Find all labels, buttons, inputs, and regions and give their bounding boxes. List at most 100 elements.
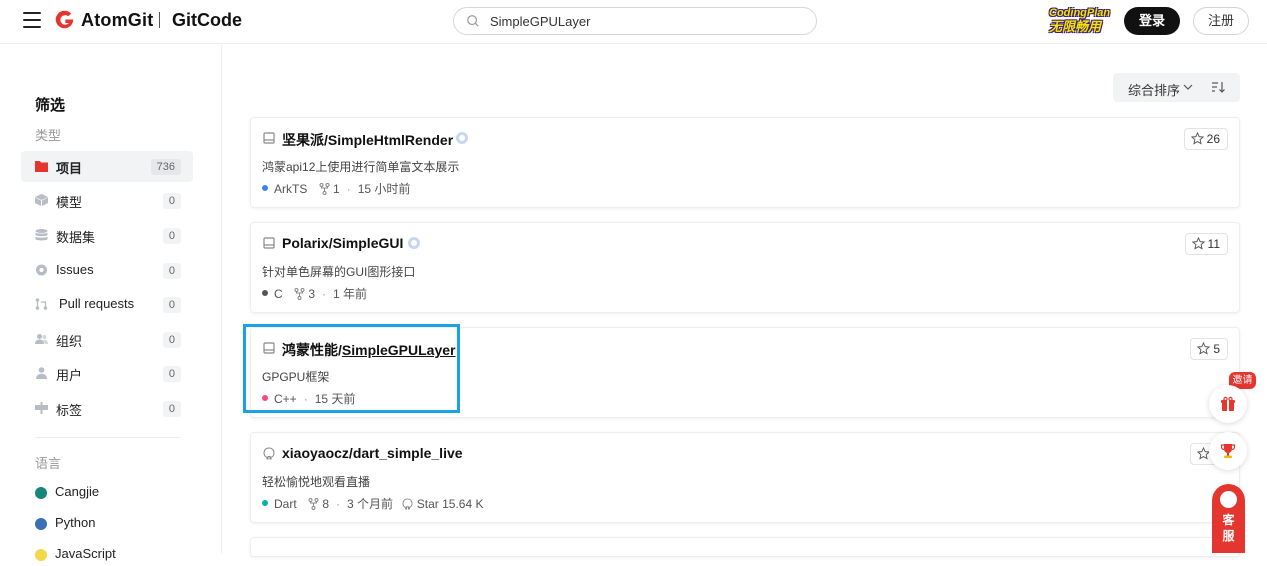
sidebar-item-label: 组织 xyxy=(56,334,83,349)
brand-gitcode[interactable]: GitCode xyxy=(172,10,242,31)
repo-meta: Dart 8 · 3 个月前 Star 15.64 K xyxy=(262,495,483,512)
verified-badge-icon xyxy=(408,237,420,249)
star-icon xyxy=(1191,236,1205,250)
folder-icon xyxy=(35,161,48,172)
sidebar-item-count: 0 xyxy=(162,332,181,348)
selection-highlight xyxy=(243,324,460,413)
language-section-label: 语言 xyxy=(35,456,62,471)
sort-order-icon[interactable] xyxy=(1211,80,1225,94)
repo-meta: C 3 · 1 年前 xyxy=(262,285,367,302)
star-icon xyxy=(1190,131,1204,145)
star-icon xyxy=(1197,341,1211,355)
search-icon xyxy=(467,15,479,27)
atomgit-logo-icon[interactable] xyxy=(54,9,75,30)
sidebar-item-projects[interactable]: 项目 736 xyxy=(21,151,193,182)
star-button[interactable]: 11 xyxy=(1184,233,1228,255)
service-char-1: 客 xyxy=(1222,513,1235,527)
result-card[interactable]: Polarix/SimpleGUI 针对单色屏幕的GUI图形接口 C 3 · 1 年… xyxy=(250,222,1240,313)
tag-icon xyxy=(35,402,48,414)
repo-description: 鸿蒙api12上使用进行简单富文本展示 xyxy=(262,160,460,174)
cube-icon xyxy=(35,194,48,206)
fork-icon xyxy=(308,498,319,510)
gift-icon xyxy=(1221,396,1235,411)
gift-button[interactable] xyxy=(1209,385,1247,423)
repo-title[interactable]: 坚果派/SimpleHtmlRender xyxy=(282,130,453,150)
sidebar-item-label: Pull requests xyxy=(59,296,135,311)
sidebar-item-count: 0 xyxy=(162,193,181,209)
verified-badge-icon xyxy=(456,132,468,144)
filter-sidebar: 筛选 类型 项目 736 模型 0 数据集 0 Issues 0 Pull re… xyxy=(0,45,222,561)
trophy-button[interactable] xyxy=(1209,432,1247,470)
language-dot-icon xyxy=(262,290,268,296)
login-button[interactable]: 登录 xyxy=(1124,7,1180,35)
github-icon xyxy=(402,498,413,510)
language-dot-icon xyxy=(262,185,268,191)
repo-fork-count: 8 xyxy=(322,497,330,511)
star-count: 5 xyxy=(1213,342,1220,356)
sidebar-item-organizations[interactable]: 组织 0 xyxy=(21,324,193,355)
repo-description: 针对单色屏幕的GUI图形接口 xyxy=(262,265,416,279)
repo-language: C xyxy=(274,287,283,301)
sidebar-item-label: 项目 xyxy=(56,161,83,176)
result-card[interactable]: xiaoyaocz/dart_simple_live 轻松愉悦地观看直播 Dar… xyxy=(250,432,1240,523)
chevron-down-icon xyxy=(1183,84,1193,90)
sidebar-item-count: 0 xyxy=(162,366,181,382)
sidebar-item-users[interactable]: 用户 0 xyxy=(21,358,193,389)
star-count: 26 xyxy=(1206,132,1220,146)
sidebar-item-count: 0 xyxy=(162,263,181,279)
language-name: Cangjie xyxy=(55,484,100,499)
chat-bubble-icon xyxy=(1220,491,1237,508)
sidebar-item-pull-requests[interactable]: Pull requests 0 xyxy=(21,289,193,320)
brand-divider xyxy=(159,12,160,28)
menu-icon[interactable] xyxy=(23,12,41,28)
search-input[interactable] xyxy=(490,11,800,31)
repo-title[interactable]: xiaoyaocz/dart_simple_live xyxy=(282,445,463,461)
sidebar-item-label: Issues xyxy=(56,262,94,277)
fork-icon xyxy=(319,183,330,195)
sidebar-item-label: 用户 xyxy=(56,368,83,383)
customer-service-button[interactable]: 客服 xyxy=(1212,484,1245,553)
language-dot-icon xyxy=(35,518,47,530)
sort-dropdown[interactable]: 综合排序 xyxy=(1113,73,1240,102)
service-char-2: 服 xyxy=(1222,529,1235,543)
sidebar-item-label: 模型 xyxy=(56,195,83,210)
sidebar-item-issues[interactable]: Issues 0 xyxy=(21,255,193,286)
sidebar-item-count: 0 xyxy=(162,401,181,417)
language-name: JavaScript xyxy=(55,546,116,561)
star-button[interactable]: 26 xyxy=(1183,128,1228,150)
sidebar-item-models[interactable]: 模型 0 xyxy=(21,185,193,216)
star-button[interactable]: 5 xyxy=(1190,338,1228,360)
sidebar-divider xyxy=(35,437,180,438)
repo-fork-count: 1 xyxy=(333,182,340,196)
language-dot-icon xyxy=(262,500,268,506)
user-icon xyxy=(36,367,47,379)
issue-icon xyxy=(36,264,47,276)
brand-name[interactable]: AtomGit xyxy=(81,10,153,31)
organization-icon xyxy=(35,334,48,344)
result-card[interactable]: 坚果派/SimpleHtmlRender 鸿蒙api12上使用进行简单富文本展示… xyxy=(250,117,1240,208)
repo-fork-count: 3 xyxy=(308,287,316,301)
coding-plan-promo[interactable]: CodingPlan 无限畅用 xyxy=(1049,7,1110,35)
register-button[interactable]: 注册 xyxy=(1193,7,1249,35)
type-section-label: 类型 xyxy=(35,128,62,143)
filter-title: 筛选 xyxy=(35,97,66,114)
language-name: Python xyxy=(55,515,96,530)
result-card-partial[interactable] xyxy=(250,537,1240,557)
search-box[interactable] xyxy=(453,7,817,35)
repository-icon xyxy=(263,132,275,144)
fork-icon xyxy=(294,288,305,300)
customer-service-label: 客服 xyxy=(1212,512,1245,544)
sidebar-item-tags[interactable]: 标签 0 xyxy=(21,393,193,424)
sidebar-item-label: 标签 xyxy=(56,403,83,418)
sidebar-item-datasets[interactable]: 数据集 0 xyxy=(21,220,193,251)
pull-request-icon xyxy=(35,298,48,310)
sidebar-item-count: 736 xyxy=(150,159,181,175)
repo-updated-time: 1 年前 xyxy=(333,287,368,301)
trophy-icon xyxy=(1220,444,1236,458)
language-dot-icon xyxy=(35,549,47,561)
repo-description: 轻松愉悦地观看直播 xyxy=(262,475,371,489)
sidebar-item-count: 0 xyxy=(162,228,181,244)
database-icon xyxy=(35,229,48,241)
top-header: AtomGit GitCode CodingPlan 无限畅用 登录 注册 xyxy=(0,0,1267,44)
repo-title[interactable]: Polarix/SimpleGUI xyxy=(282,235,403,251)
